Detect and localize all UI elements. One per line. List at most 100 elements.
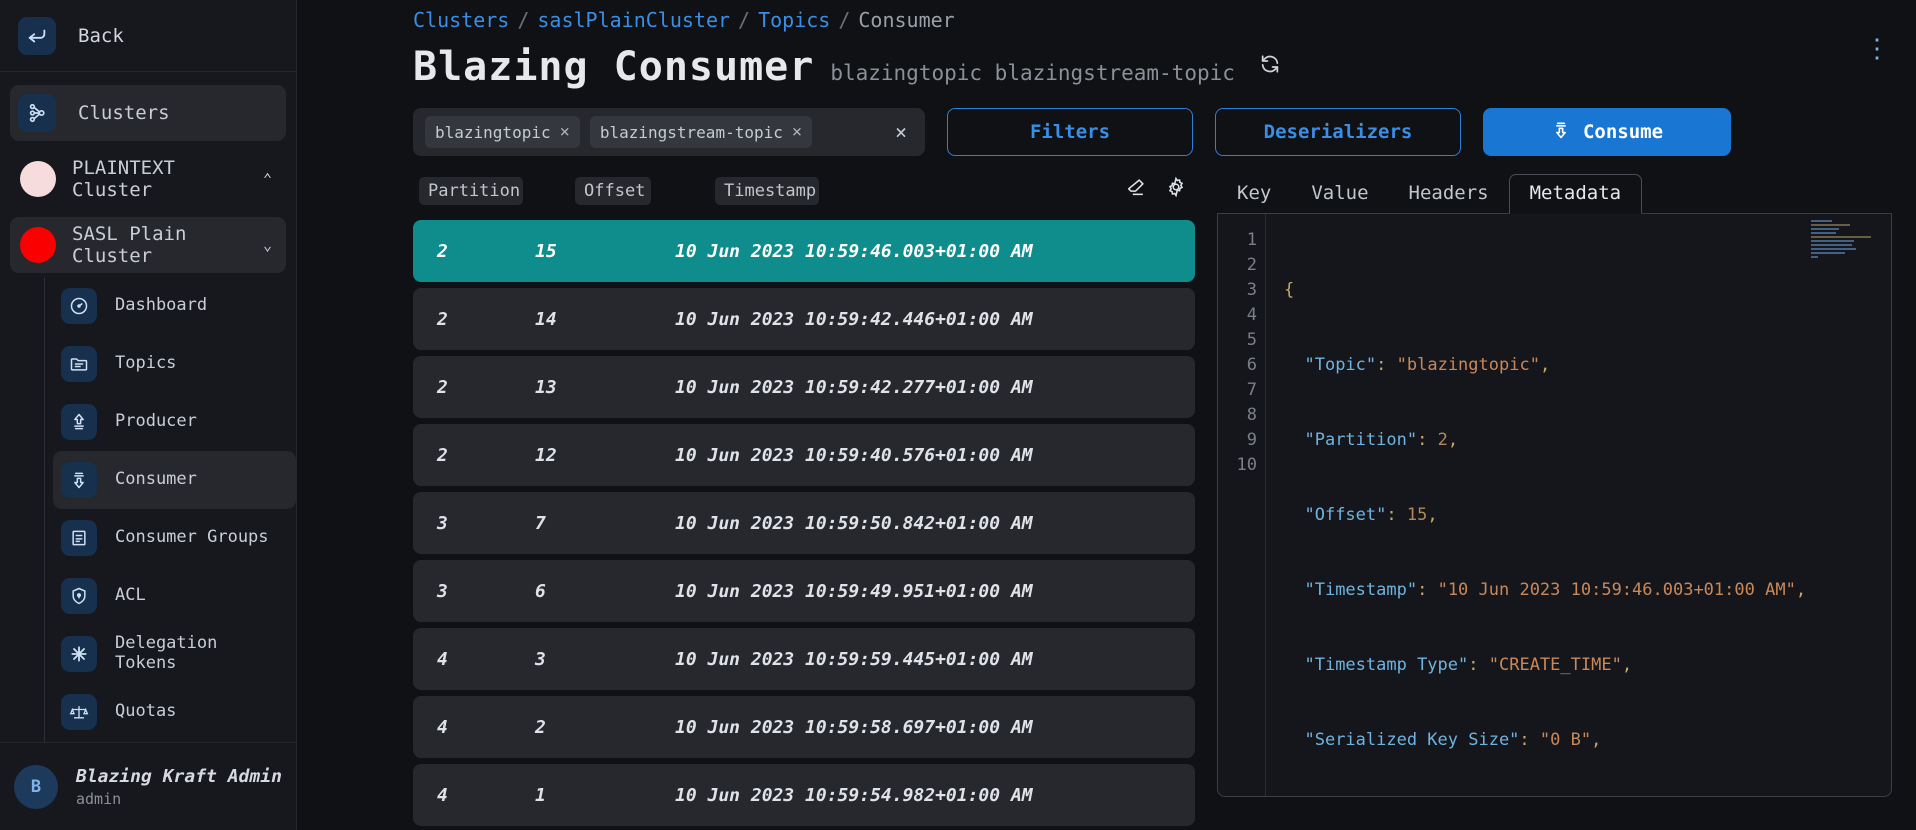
sidebar-item-delegation-tokens[interactable]: Delegation Tokens (53, 625, 296, 683)
table-row[interactable]: 4 1 10 Jun 2023 10:59:54.982+01:00 AM (413, 764, 1195, 826)
cluster-group-plaintext[interactable]: PLAINTEXT Cluster ⌃ (10, 151, 286, 207)
column-header-timestamp[interactable]: Timestamp (715, 177, 819, 205)
back-label: Back (78, 24, 124, 47)
cell-partition: 2 (437, 308, 448, 330)
sidebar-item-label: Producer (115, 411, 197, 432)
sidebar-item-producer[interactable]: Producer (53, 393, 296, 451)
json-value-timestamp-type: CREATE_TIME (1498, 655, 1612, 675)
table-row[interactable]: 3 6 10 Jun 2023 10:59:49.951+01:00 AM (413, 560, 1195, 622)
table-row[interactable]: 2 12 10 Jun 2023 10:59:40.576+01:00 AM (413, 424, 1195, 486)
table-row[interactable]: 2 14 10 Jun 2023 10:59:42.446+01:00 AM (413, 288, 1195, 350)
tab-headers[interactable]: Headers (1388, 175, 1509, 214)
breadcrumb-item-clusters[interactable]: Clusters (413, 8, 509, 32)
line-number: 3 (1246, 280, 1257, 300)
cell-offset: 3 (535, 648, 546, 670)
close-icon[interactable]: × (792, 122, 802, 142)
cell-timestamp: 10 Jun 2023 10:59:58.697+01:00 AM (675, 716, 1033, 738)
sidebar-item-dashboard[interactable]: Dashboard (53, 277, 296, 335)
sidebar-item-label: Delegation Tokens (115, 633, 218, 673)
consume-label: Consume (1582, 121, 1664, 143)
sidebar-clusters-label: Clusters (78, 102, 170, 124)
table-header: Partition Offset Timestamp (413, 174, 1195, 208)
cluster-group-sasl-plain[interactable]: SASL Plain Cluster ⌄ (10, 217, 286, 273)
app-root: Back Clusters PLAINTEXT Cluster ⌃ SASL P… (0, 0, 1916, 830)
table-actions (1125, 176, 1187, 202)
gear-icon[interactable] (1165, 176, 1187, 202)
shield-lock-icon (61, 578, 97, 614)
json-value-topic: blazingtopic (1406, 355, 1530, 375)
table-row[interactable]: 2 15 10 Jun 2023 10:59:46.003+01:00 AM (413, 220, 1195, 282)
tab-value[interactable]: Value (1291, 175, 1389, 214)
page-header: Blazing Consumer blazingtopic blazingstr… (317, 32, 1916, 90)
line-number: 5 (1246, 330, 1257, 350)
asterisk-icon (61, 636, 97, 672)
cell-partition: 2 (437, 376, 448, 398)
chip-blazingtopic[interactable]: blazingtopic × (425, 116, 580, 148)
sidebar-nav: Dashboard Topics Producer Consumer Consu… (44, 277, 296, 742)
cell-partition: 2 (437, 444, 448, 466)
refresh-icon[interactable] (1259, 53, 1281, 81)
json-value-key-size: 0 B (1550, 730, 1581, 750)
sidebar-item-topics[interactable]: Topics (53, 335, 296, 393)
topic-chips-input[interactable]: blazingtopic × blazingstream-topic × × (413, 108, 925, 156)
chip-blazingstream-topic[interactable]: blazingstream-topic × (589, 116, 813, 148)
breadcrumb-current: Consumer (858, 8, 955, 32)
back-button[interactable]: Back (0, 0, 296, 72)
line-number: 1 (1246, 230, 1257, 250)
chip-label: blazingtopic (435, 122, 551, 142)
sidebar-item-acl[interactable]: ACL (53, 567, 296, 625)
cell-partition: 4 (437, 648, 448, 670)
table-row[interactable]: 2 13 10 Jun 2023 10:59:42.277+01:00 AM (413, 356, 1195, 418)
download-arrow-icon (1551, 120, 1571, 145)
cell-offset: 2 (535, 716, 546, 738)
cluster-status-dot (20, 227, 56, 263)
editor-minimap[interactable] (1811, 220, 1881, 258)
sidebar-item-label: Quotas (115, 701, 177, 722)
sidebar-item-label: Consumer (115, 469, 197, 490)
sidebar-item-consumer[interactable]: Consumer (53, 451, 296, 509)
column-header-partition[interactable]: Partition (419, 177, 523, 205)
toolbar: blazingtopic × blazingstream-topic × × F… (317, 90, 1916, 156)
table-row[interactable]: 4 2 10 Jun 2023 10:59:58.697+01:00 AM (413, 696, 1195, 758)
json-editor[interactable]: 1 2 3 4 5 6 7 8 9 10 { "Topic": "blazing… (1217, 214, 1892, 797)
line-number: 10 (1236, 455, 1257, 475)
user-name: Blazing Kraft Admin (76, 765, 282, 787)
content-split: Partition Offset Timestamp 2 15 10 Jun 2… (317, 156, 1916, 830)
cell-offset: 6 (535, 580, 546, 602)
user-profile[interactable]: B Blazing Kraft Admin admin (0, 742, 296, 830)
sidebar-item-label: Consumer Groups (115, 527, 269, 548)
deserializers-button[interactable]: Deserializers (1215, 108, 1461, 156)
messages-table: Partition Offset Timestamp 2 15 10 Jun 2… (413, 174, 1195, 830)
filters-button[interactable]: Filters (947, 108, 1193, 156)
cell-offset: 15 (535, 240, 557, 262)
close-icon[interactable]: × (560, 122, 570, 142)
message-detail-panel: Key Value Headers Metadata 1 2 3 4 5 6 7 (1217, 174, 1892, 830)
more-vertical-icon[interactable]: ⋮ (1864, 36, 1890, 62)
column-header-offset[interactable]: Offset (575, 177, 651, 205)
breadcrumb-item-topics[interactable]: Topics (758, 8, 830, 32)
cell-timestamp: 10 Jun 2023 10:59:42.277+01:00 AM (675, 376, 1033, 398)
sidebar-item-quotas[interactable]: Quotas (53, 683, 296, 741)
json-value-timestamp: 10 Jun 2023 10:59:46.003+01:00 AM (1447, 580, 1786, 600)
cell-timestamp: 10 Jun 2023 10:59:46.003+01:00 AM (675, 240, 1033, 262)
line-number: 2 (1246, 255, 1257, 275)
json-value-partition: 2 (1437, 430, 1448, 450)
cluster-nodes-icon (18, 94, 56, 132)
line-number: 7 (1246, 380, 1257, 400)
upload-arrow-icon (61, 404, 97, 440)
eraser-icon[interactable] (1125, 176, 1147, 202)
chevron-down-icon: ⌄ (262, 236, 272, 254)
sidebar-item-clusters[interactable]: Clusters (10, 85, 286, 141)
page-title: Blazing Consumer (413, 44, 815, 90)
tab-metadata[interactable]: Metadata (1508, 174, 1643, 214)
tab-key[interactable]: Key (1217, 175, 1292, 214)
line-number: 8 (1246, 405, 1257, 425)
cell-timestamp: 10 Jun 2023 10:59:59.445+01:00 AM (675, 648, 1033, 670)
cell-partition: 3 (437, 512, 448, 534)
sidebar-item-consumer-groups[interactable]: Consumer Groups (53, 509, 296, 567)
table-row[interactable]: 4 3 10 Jun 2023 10:59:59.445+01:00 AM (413, 628, 1195, 690)
table-row[interactable]: 3 7 10 Jun 2023 10:59:50.842+01:00 AM (413, 492, 1195, 554)
breadcrumb-item-cluster[interactable]: saslPlainCluster (537, 8, 730, 32)
consume-button[interactable]: Consume (1483, 108, 1731, 156)
clear-all-icon[interactable]: × (895, 120, 907, 144)
